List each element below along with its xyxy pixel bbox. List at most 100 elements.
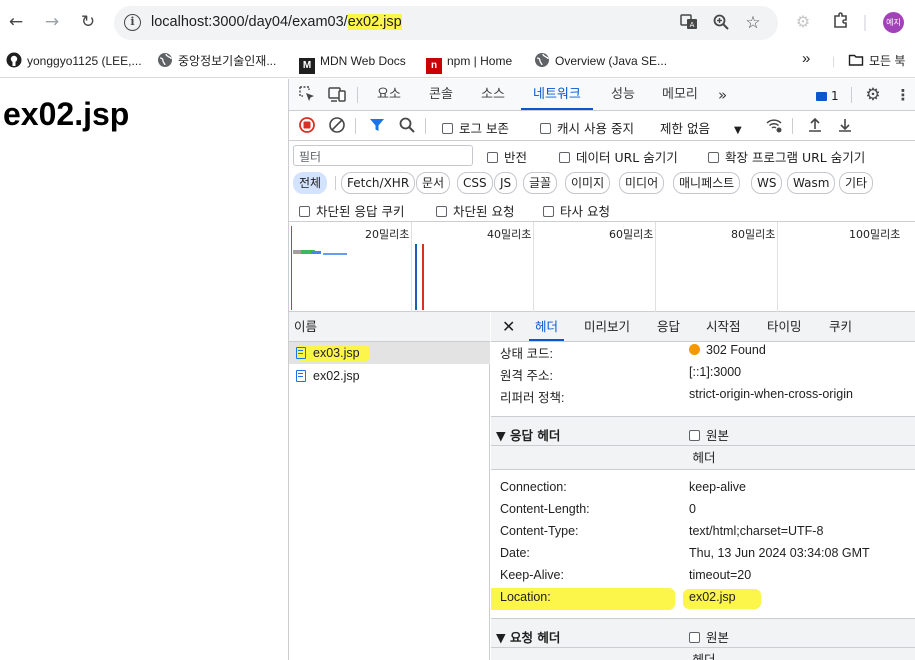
section-title: ▼ 응답 헤더 <box>496 428 561 443</box>
address-bar[interactable]: i localhost:3000/day04/exam03/ex02.jsp A… <box>114 6 778 40</box>
search-icon[interactable] <box>397 116 417 136</box>
type-css[interactable]: CSS <box>457 172 493 194</box>
forward-icon[interactable]: → <box>41 11 63 33</box>
tab-performance[interactable]: 성능 <box>611 79 635 110</box>
bookmark-label: yonggyo1125 (LEE,... <box>27 54 142 68</box>
issues-badge[interactable]: 1 <box>816 86 839 106</box>
response-headers-section[interactable]: ▼ 응답 헤더 원본 <box>491 416 915 446</box>
third-party-checkbox[interactable]: 타사 요청 <box>543 201 610 220</box>
import-har-icon[interactable] <box>805 116 825 136</box>
checkbox-box <box>540 123 551 134</box>
blocked-requests-checkbox[interactable]: 차단된 요청 <box>436 201 514 220</box>
toolbar-divider: | <box>862 12 868 31</box>
checkbox-box <box>708 152 719 163</box>
type-media[interactable]: 미디어 <box>619 172 665 194</box>
type-doc[interactable]: 문서 <box>416 172 451 194</box>
request-list: 이름 ex03.jsp ex02.jsp <box>289 312 490 660</box>
status-dot-icon <box>689 344 700 355</box>
type-img[interactable]: 이미지 <box>565 172 611 194</box>
request-row-ex02[interactable]: ex02.jsp <box>289 365 490 387</box>
tab-timing[interactable]: 타이밍 <box>767 312 802 341</box>
section-subheader: 헤더 <box>491 648 915 660</box>
hide-extension-urls-checkbox[interactable]: 확장 프로그램 URL 숨기기 <box>708 147 865 166</box>
throttle-select[interactable]: 제한 없음 ▼ <box>660 118 742 137</box>
tab-network[interactable]: 네트워크 <box>521 79 593 110</box>
page-viewport: ex02.jsp <box>0 79 289 660</box>
tab-console[interactable]: 콘솔 <box>429 79 453 110</box>
header-value: text/html;charset=UTF-8 <box>689 524 824 538</box>
more-bookmarks-button[interactable]: » <box>802 50 810 70</box>
bookmark-github[interactable]: yonggyo1125 (LEE,... <box>6 52 142 72</box>
clear-icon[interactable] <box>327 116 347 136</box>
settings-gear-icon[interactable]: ⚙ <box>863 85 883 105</box>
site-info-icon[interactable]: i <box>124 14 141 31</box>
blocked-cookies-checkbox[interactable]: 차단된 응답 쿠키 <box>299 201 404 220</box>
record-stop-icon[interactable] <box>297 116 317 136</box>
export-har-icon[interactable] <box>835 116 855 136</box>
type-all[interactable]: 전체 <box>293 172 328 194</box>
more-tabs-button[interactable]: » <box>718 79 727 110</box>
inspect-element-icon[interactable] <box>297 85 317 105</box>
type-wasm[interactable]: Wasm <box>787 172 836 194</box>
type-js[interactable]: JS <box>494 172 518 194</box>
filter-funnel-icon[interactable] <box>367 116 387 136</box>
bookmark-label: npm | Home <box>447 54 513 68</box>
profile-avatar[interactable]: 예지 <box>883 12 904 33</box>
hide-data-urls-checkbox[interactable]: 데이터 URL 숨기기 <box>559 147 678 166</box>
url-text[interactable]: localhost:3000/day04/exam03/ex02.jsp <box>151 14 402 30</box>
tab-cookies[interactable]: 쿠키 <box>829 312 852 341</box>
type-ws[interactable]: WS <box>751 172 783 194</box>
blocked-filter-row: 차단된 응답 쿠키 차단된 요청 타사 요청 <box>289 197 915 222</box>
checkbox-label: 확장 프로그램 URL 숨기기 <box>725 150 866 165</box>
invert-checkbox[interactable]: 반전 <box>487 147 527 166</box>
back-icon[interactable]: ← <box>5 11 27 33</box>
request-headers-section[interactable]: ▼ 요청 헤더 원본 <box>491 618 915 648</box>
type-font[interactable]: 글꼴 <box>523 172 558 194</box>
type-fetch-xhr[interactable]: Fetch/XHR <box>341 172 416 194</box>
name-column-header[interactable]: 이름 <box>289 312 490 342</box>
type-manifest[interactable]: 매니페스트 <box>673 172 741 194</box>
more-options-icon[interactable]: ⋮ <box>893 85 913 105</box>
translate-icon[interactable]: A <box>679 13 699 33</box>
tab-response[interactable]: 응답 <box>657 312 680 341</box>
status-code-value: 302 Found <box>689 343 766 357</box>
dropdown-arrow-icon: ▼ <box>733 125 742 136</box>
zoom-icon[interactable] <box>711 13 731 33</box>
timeline-gridline <box>777 222 778 312</box>
toolbar-divider <box>425 118 426 134</box>
folder-icon <box>848 52 864 68</box>
bookmark-globe-2[interactable]: Overview (Java SE... <box>534 52 667 72</box>
filter-input[interactable]: 필터 <box>293 145 473 166</box>
bookmark-globe-1[interactable]: 중앙정보기술인재... <box>157 52 276 72</box>
tab-elements[interactable]: 요소 <box>377 79 401 110</box>
checkbox-box <box>487 152 498 163</box>
throttle-value: 제한 없음 <box>660 121 710 136</box>
bookmark-npm[interactable]: n npm | Home <box>426 52 513 74</box>
request-row-ex03[interactable]: ex03.jsp <box>289 342 490 364</box>
tab-sources[interactable]: 소스 <box>481 79 505 110</box>
checkbox-box <box>689 430 700 441</box>
raw-checkbox[interactable]: 원본 <box>689 627 729 646</box>
tab-memory[interactable]: 메모리 <box>662 79 698 110</box>
checkbox-box <box>442 123 453 134</box>
type-other[interactable]: 기타 <box>839 172 874 194</box>
device-toolbar-icon[interactable] <box>327 85 347 105</box>
tab-preview[interactable]: 미리보기 <box>584 312 630 341</box>
disable-cache-checkbox[interactable]: 캐시 사용 중지 <box>540 118 634 137</box>
network-conditions-icon[interactable] <box>764 116 784 136</box>
tab-headers[interactable]: 헤더 <box>529 312 565 341</box>
bookmark-star-icon[interactable]: ☆ <box>743 13 763 33</box>
preserve-log-checkbox[interactable]: 로그 보존 <box>442 118 509 137</box>
raw-checkbox[interactable]: 원본 <box>689 425 729 444</box>
extension-gear-icon[interactable]: ⚙ <box>792 11 814 33</box>
checkbox-label: 로그 보존 <box>459 121 509 136</box>
extensions-puzzle-icon[interactable] <box>830 11 852 33</box>
svg-text:A: A <box>690 21 695 29</box>
all-bookmarks-button[interactable]: 모든 북 <box>848 52 905 72</box>
tab-initiator[interactable]: 시작점 <box>706 312 741 341</box>
network-overview-timeline[interactable]: 20밀리초 40밀리초 60밀리초 80밀리초 100밀리초 <box>289 222 915 312</box>
close-icon[interactable]: ✕ <box>502 312 515 341</box>
issues-count: 1 <box>831 89 839 103</box>
reload-icon[interactable]: ↻ <box>77 11 99 33</box>
bookmark-mdn[interactable]: M MDN Web Docs <box>299 52 406 74</box>
